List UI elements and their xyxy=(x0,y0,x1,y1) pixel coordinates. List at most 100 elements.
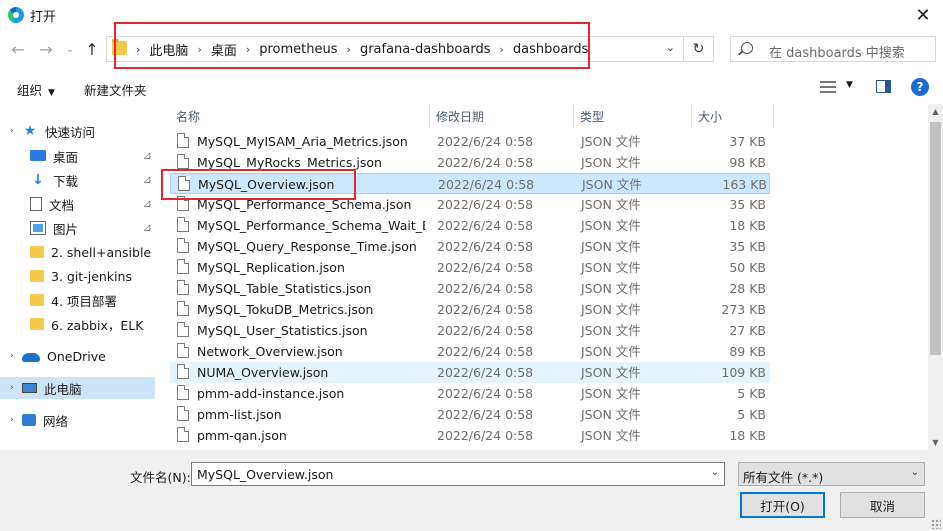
file-type: JSON 文件 xyxy=(582,177,642,192)
expand-icon[interactable]: › xyxy=(10,415,22,425)
new-folder-button[interactable]: 新建文件夹 xyxy=(84,80,147,99)
column-header-size[interactable]: 大小 xyxy=(692,104,774,128)
file-size: 98 KB xyxy=(729,155,766,170)
file-row[interactable]: Network_Overview.json 2022/6/24 0:58 JSON … xyxy=(170,341,770,362)
breadcrumb-separator[interactable]: › xyxy=(246,43,250,56)
json-file-icon xyxy=(177,154,189,169)
help-icon[interactable]: ? xyxy=(911,78,929,96)
cancel-button[interactable]: 取消 xyxy=(840,492,925,518)
navigation-pane: › ★ 快速访问 桌面 ⊿ ↓ 下载 ⊿ 文档 ⊿ 图片 ⊿ 2. shell+… xyxy=(0,104,158,450)
file-row[interactable]: pmm-qan.json 2022/6/24 0:58 JSON 文件 18 KB xyxy=(170,425,770,446)
breadcrumb-prometheus[interactable]: prometheus xyxy=(259,42,337,57)
folder-icon xyxy=(30,270,44,282)
folder-icon xyxy=(112,39,127,55)
chevron-down-icon[interactable]: ⌄ xyxy=(711,467,719,478)
recent-locations-chevron-icon[interactable]: ⌄ xyxy=(60,38,80,60)
sidebar-item-network[interactable]: › 网络 xyxy=(0,409,158,431)
refresh-icon[interactable]: ↻ xyxy=(684,36,714,62)
pin-icon: ⊿ xyxy=(142,221,152,234)
sidebar-item-downloads[interactable]: ↓ 下载 ⊿ xyxy=(30,169,158,191)
file-date: 2022/6/24 0:58 xyxy=(437,218,534,233)
sidebar-item-pictures[interactable]: 图片 ⊿ xyxy=(30,217,158,239)
view-options-icon[interactable] xyxy=(820,81,836,93)
file-size: 18 KB xyxy=(729,428,766,443)
file-row[interactable]: MySQL_Performance_Schema_Wait_E... 2022/6… xyxy=(170,215,770,236)
organize-menu[interactable]: 组织 ▼ xyxy=(17,80,55,99)
column-header-row: ^ 名称 修改日期 类型 大小 xyxy=(158,104,928,128)
file-row[interactable]: MySQL_MyRocks_Metrics.json 2022/6/24 0:58… xyxy=(170,152,770,173)
breadcrumb-this-pc[interactable]: 此电脑 xyxy=(149,40,188,59)
expand-icon[interactable]: › xyxy=(10,351,22,361)
sidebar-item-desktop[interactable]: 桌面 ⊿ xyxy=(30,145,158,167)
sidebar-item-label: 2. shell+ansible xyxy=(51,244,152,260)
breadcrumb-separator[interactable]: › xyxy=(347,43,351,56)
breadcrumb-grafana-dashboards[interactable]: grafana-dashboards xyxy=(360,42,491,57)
sidebar-item-label: 图片 xyxy=(53,221,79,237)
sidebar-item-documents[interactable]: 文档 ⊿ xyxy=(30,193,158,215)
address-dropdown-icon[interactable]: ⌄ xyxy=(666,41,675,54)
file-type: JSON 文件 xyxy=(581,218,641,233)
file-row-hovered[interactable]: NUMA_Overview.json 2022/6/24 0:58 JSON 文件 1… xyxy=(170,362,770,383)
breadcrumb-desktop[interactable]: 桌面 xyxy=(211,40,237,59)
file-row[interactable]: MySQL_Performance_Schema.json 2022/6/24 0… xyxy=(170,194,770,215)
dialog-footer: 文件名(N): MySQL_Overview.json ⌄ 所有文件 (*.*)… xyxy=(0,450,943,531)
file-name: MySQL_Performance_Schema.json xyxy=(197,197,412,212)
file-size: 35 KB xyxy=(729,197,766,212)
pin-icon: ⊿ xyxy=(142,197,152,210)
sidebar-item-label: OneDrive xyxy=(47,348,106,364)
preview-pane-icon[interactable] xyxy=(876,80,891,93)
sidebar-item-project-deploy[interactable]: 4. 项目部署 xyxy=(30,289,158,311)
forward-arrow-icon[interactable]: → xyxy=(36,38,56,60)
scroll-up-icon[interactable]: ▲ xyxy=(928,104,943,119)
open-button[interactable]: 打开(O) xyxy=(740,492,825,518)
file-row[interactable]: MySQL_MyISAM_Aria_Metrics.json 2022/6/24 … xyxy=(170,131,770,152)
file-row[interactable]: MySQL_TokuDB_Metrics.json 2022/6/24 0:58 J… xyxy=(170,299,770,320)
file-date: 2022/6/24 0:58 xyxy=(437,239,534,254)
expand-icon[interactable]: › xyxy=(10,383,22,393)
file-name: MySQL_TokuDB_Metrics.json xyxy=(197,302,374,317)
column-header-type[interactable]: 类型 xyxy=(574,104,692,128)
sidebar-item-zabbix-elk[interactable]: 6. zabbix，ELK xyxy=(30,313,158,335)
file-type: JSON 文件 xyxy=(581,323,641,338)
scroll-down-icon[interactable]: ▼ xyxy=(928,435,943,450)
resize-grip-icon[interactable] xyxy=(931,519,941,529)
sidebar-item-git-jenkins[interactable]: 3. git-jenkins xyxy=(30,265,158,287)
close-button[interactable]: ✕ xyxy=(903,0,943,30)
breadcrumb-separator[interactable]: › xyxy=(499,43,503,56)
vertical-scrollbar[interactable]: ▲ ▼ xyxy=(928,104,943,450)
breadcrumb: › 此电脑 › 桌面 › prometheus › grafana-dashbo… xyxy=(131,37,588,61)
scroll-thumb[interactable] xyxy=(930,122,941,355)
organize-label: 组织 xyxy=(17,83,43,98)
file-type-select[interactable]: 所有文件 (*.*) ⌄ xyxy=(738,462,925,486)
sidebar-item-this-pc[interactable]: › 此电脑 xyxy=(0,377,155,399)
toolbar: 组织 ▼ 新建文件夹 ▼ ? xyxy=(0,72,943,102)
file-date: 2022/6/24 0:58 xyxy=(437,281,534,296)
file-size: 50 KB xyxy=(729,260,766,275)
sidebar-item-onedrive[interactable]: › OneDrive xyxy=(0,345,158,367)
file-row[interactable]: MySQL_User_Statistics.json 2022/6/24 0:58… xyxy=(170,320,770,341)
file-row[interactable]: MySQL_Table_Statistics.json 2022/6/24 0:5… xyxy=(170,278,770,299)
address-bar[interactable]: › 此电脑 › 桌面 › prometheus › grafana-dashbo… xyxy=(106,36,684,62)
sidebar-item-shell-ansible[interactable]: 2. shell+ansible xyxy=(30,241,158,263)
back-arrow-icon[interactable]: ← xyxy=(8,38,28,60)
file-row[interactable]: pmm-add-instance.json 2022/6/24 0:58 JSON … xyxy=(170,383,770,404)
pin-icon: ⊿ xyxy=(142,149,152,162)
file-row[interactable]: MySQL_Replication.json 2022/6/24 0:58 JSON… xyxy=(170,257,770,278)
file-name: MySQL_Replication.json xyxy=(197,260,345,275)
up-arrow-icon[interactable]: ↑ xyxy=(82,38,102,60)
file-row-selected[interactable]: MySQL_Overview.json 2022/6/24 0:58 JSON 文件… xyxy=(170,173,770,194)
breadcrumb-separator[interactable]: › xyxy=(197,43,201,56)
filename-input[interactable]: MySQL_Overview.json ⌄ xyxy=(191,462,725,486)
file-type: JSON 文件 xyxy=(581,302,641,317)
chevron-down-icon[interactable]: ▼ xyxy=(846,80,853,90)
column-header-date[interactable]: 修改日期 xyxy=(430,104,574,128)
search-input[interactable]: 在 dashboards 中搜索 xyxy=(730,36,936,62)
file-row[interactable]: pmm-list.json 2022/6/24 0:58 JSON 文件 5 KB xyxy=(170,404,770,425)
expand-icon[interactable]: › xyxy=(10,126,22,136)
column-header-name[interactable]: 名称 xyxy=(170,104,430,128)
file-date: 2022/6/24 0:58 xyxy=(437,323,534,338)
breadcrumb-dashboards[interactable]: dashboards xyxy=(513,42,589,57)
sidebar-item-quick-access[interactable]: › ★ 快速访问 xyxy=(0,120,158,142)
file-date: 2022/6/24 0:58 xyxy=(438,177,535,192)
file-row[interactable]: MySQL_Query_Response_Time.json 2022/6/24 … xyxy=(170,236,770,257)
